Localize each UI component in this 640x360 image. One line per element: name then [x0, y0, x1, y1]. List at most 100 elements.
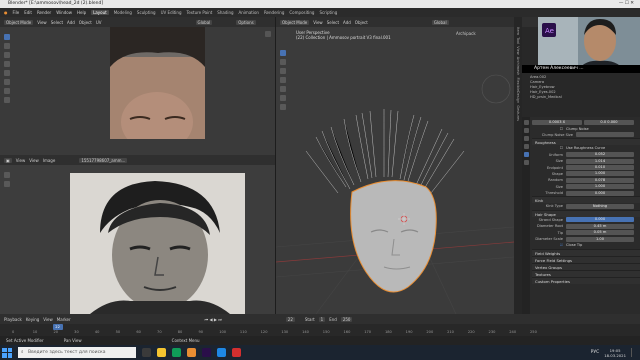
top-value-2[interactable]: 0.0 0.000 [584, 119, 634, 125]
end-frame-field[interactable]: 250 [340, 316, 353, 322]
field-value[interactable]: 1.000 [566, 171, 634, 177]
transform-orientation-dropdown[interactable]: Global [195, 19, 213, 25]
kink-type-dropdown[interactable]: Nothing [566, 203, 634, 209]
field-value[interactable]: 1.014 [566, 158, 634, 164]
task-view-icon[interactable] [142, 348, 151, 357]
workspace-tab-uv-editing[interactable]: UV Editing [161, 10, 182, 15]
collapsed-section[interactable]: Field Weights [532, 248, 640, 256]
roughness-section[interactable]: Roughness [532, 138, 640, 146]
timeline-menu-keying[interactable]: Keying [26, 317, 39, 322]
workspace-tab-compositing[interactable]: Compositing [289, 10, 314, 15]
viewport-menu-select[interactable]: Select [327, 20, 339, 25]
clock[interactable]: 19:05 18.03.2021 [604, 348, 626, 358]
measure-tool-icon[interactable] [4, 97, 10, 103]
sample-tool-icon[interactable] [4, 172, 10, 178]
editor-type-icon[interactable]: ▣ [4, 157, 12, 163]
close-tip-checkbox[interactable]: Close Tip [566, 243, 582, 247]
language-indicator[interactable]: РУС [591, 350, 600, 355]
hair-shape-section[interactable]: Hair Shape [532, 209, 640, 217]
object-props-icon[interactable] [523, 136, 529, 141]
image-menu-image[interactable]: Image [43, 158, 56, 163]
current-frame-marker[interactable]: 22 [52, 324, 63, 330]
collapsed-section[interactable]: Force Field Settings [532, 255, 640, 263]
menu-render[interactable]: Render [37, 10, 51, 15]
recorder-icon[interactable] [232, 348, 241, 357]
clump-noise-size-field[interactable] [576, 132, 634, 138]
workspace-tab-shading[interactable]: Shading [217, 10, 233, 15]
output-props-icon[interactable] [523, 128, 529, 133]
field-value[interactable]: 0.000 [566, 190, 634, 196]
viewport-mode-dropdown[interactable]: Object Mode [280, 19, 310, 25]
side-tab-flexible[interactable]: FlexibleDesign [516, 78, 520, 104]
blender-logo-icon[interactable]: ● [4, 10, 8, 15]
transform-tool-icon[interactable] [4, 79, 10, 85]
side-tab-list[interactable]: Item Tool View Archimesh FlexibleDesign … [514, 17, 522, 121]
side-tab-item[interactable]: Item [516, 27, 520, 35]
window-controls[interactable]: — ☐ ✕ [619, 0, 634, 8]
field-value[interactable]: 0.05 m [566, 230, 634, 236]
taskbar-search-input[interactable]: ⌕ Введите здесь текст для поиска [18, 347, 136, 358]
field-value[interactable]: 0.010 [566, 165, 634, 171]
select-tool-icon[interactable] [4, 34, 10, 40]
menu-edit[interactable]: Edit [24, 10, 32, 15]
menu-add[interactable]: Add [67, 20, 75, 25]
render-props-icon[interactable] [523, 120, 529, 125]
workspace-tab-modeling[interactable]: Modeling [114, 10, 132, 15]
blender-taskbar-icon[interactable] [187, 348, 196, 357]
viewport-menu-add[interactable]: Add [343, 20, 351, 25]
start-frame-field[interactable]: 1 [318, 316, 326, 322]
windows-start-icon[interactable] [2, 347, 12, 358]
collapsed-section[interactable]: Custom Properties [532, 276, 640, 284]
chrome-icon[interactable] [172, 348, 181, 357]
top-value-1[interactable]: 0.0003 X [532, 119, 582, 125]
field-value[interactable]: 1.00 [566, 236, 634, 242]
viewport-menu-view[interactable]: View [313, 20, 323, 25]
field-value[interactable]: 1.000 [566, 184, 634, 190]
timeline-ruler[interactable]: 0 10 20 30 40 50 60 70 80 90 100 110 120 130 140 150 160… [0, 324, 640, 336]
rotate-tool-icon[interactable] [4, 61, 10, 67]
outliner-row[interactable]: HD_prsin_Medical [522, 95, 640, 100]
viewport-global-dropdown[interactable]: Global [431, 19, 449, 25]
options-dropdown[interactable]: Options [236, 19, 256, 25]
telegram-icon[interactable] [217, 348, 226, 357]
particle-props-icon[interactable] [523, 152, 529, 157]
current-frame-field[interactable]: 22 [285, 316, 295, 322]
timeline-menu-view[interactable]: View [43, 317, 53, 322]
workspace-tab-texture-paint[interactable]: Texture Paint [186, 10, 212, 15]
workspace-tab-layout[interactable]: Layout [91, 10, 109, 15]
image-menu-view[interactable]: View [16, 158, 26, 163]
workspace-tab-rendering[interactable]: Rendering [264, 10, 284, 15]
image-name-field[interactable]: 15517798607_amm... [79, 157, 128, 163]
menu-window[interactable]: Window [56, 10, 72, 15]
modifier-props-icon[interactable] [523, 144, 529, 149]
scale-tool-icon[interactable] [4, 70, 10, 76]
image-menu-view-2[interactable]: View [29, 158, 39, 163]
viewport-menu-object[interactable]: Object [355, 20, 368, 25]
side-tab-gestures[interactable]: Gestures [516, 105, 520, 121]
field-value[interactable]: 0.052 [566, 152, 634, 158]
menu-select[interactable]: Select [51, 20, 63, 25]
object-mode-dropdown[interactable]: Object Mode [4, 19, 34, 25]
timeline-menu-playback[interactable]: Playback [4, 317, 22, 322]
field-value[interactable]: 0.45 m [566, 223, 634, 229]
menu-file[interactable]: File [13, 10, 20, 15]
collapsed-section[interactable]: Vertex Groups [532, 262, 640, 270]
field-value[interactable]: 0.000 [566, 217, 634, 223]
kink-section[interactable]: Kink [532, 196, 640, 204]
after-effects-icon[interactable] [202, 348, 211, 357]
collapsed-section[interactable]: Textures [532, 269, 640, 277]
clump-noise-label[interactable]: Clump Noise [566, 127, 589, 131]
file-explorer-icon[interactable] [157, 348, 166, 357]
use-roughness-curve-label[interactable]: Use Roughness Curve [566, 146, 605, 150]
workspace-tab-animation[interactable]: Animation [239, 10, 259, 15]
cursor-tool-icon[interactable] [4, 43, 10, 49]
top-left-viewport[interactable] [0, 27, 275, 155]
annotate-tool-icon-2[interactable] [4, 181, 10, 187]
annotate-tool-icon[interactable] [4, 88, 10, 94]
workspace-tab-scripting[interactable]: Scripting [319, 10, 337, 15]
menu-object[interactable]: Object [79, 20, 92, 25]
menu-uv[interactable]: UV [96, 20, 102, 25]
timeline-menu-marker[interactable]: Marker [57, 317, 71, 322]
show-desktop-button[interactable] [631, 348, 636, 357]
image-editor-canvas[interactable] [0, 165, 275, 314]
